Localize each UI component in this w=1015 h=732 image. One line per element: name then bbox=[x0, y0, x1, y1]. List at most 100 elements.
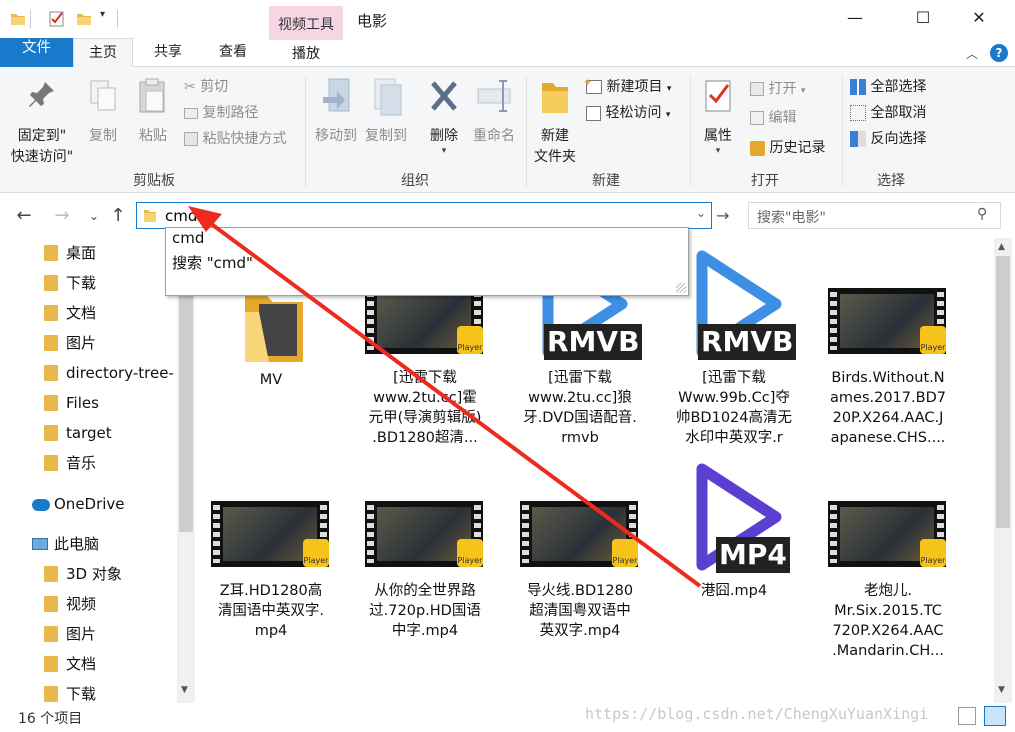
resize-grip-icon[interactable] bbox=[676, 283, 686, 293]
file-item[interactable]: Player Birds.Without.N ames.2017.BD7 20P.X2… bbox=[818, 288, 958, 468]
folder-icon bbox=[44, 275, 58, 291]
copy-to-button[interactable]: 复制到 bbox=[362, 77, 410, 147]
sidebar-item-label: 文档 bbox=[66, 655, 97, 673]
back-arrow-icon[interactable]: ← bbox=[12, 204, 36, 228]
content-scrollbar[interactable]: ▲ ▼ bbox=[994, 238, 1012, 703]
new-folder-button[interactable]: 新建 文件夹 bbox=[530, 77, 580, 168]
copy-button[interactable]: 复制 bbox=[84, 79, 122, 147]
file-item[interactable]: Player 导火线.BD1280 超清国粤双语中 英双字.mp4 bbox=[510, 501, 650, 681]
delete-dropdown-icon[interactable]: ▾ bbox=[422, 147, 466, 156]
open-dropdown-icon: ▾ bbox=[800, 86, 806, 96]
folder-icon bbox=[44, 365, 58, 381]
pin-quick-access-button[interactable]: 固定到" 快速访问" bbox=[6, 79, 78, 168]
minimize-button[interactable]: — bbox=[832, 0, 878, 36]
new-item-button[interactable]: ✦ 新建项目 ▾ bbox=[583, 76, 671, 98]
select-none-button[interactable]: 全部取消 bbox=[850, 102, 926, 124]
rename-icon bbox=[477, 80, 511, 112]
file-item[interactable]: Player 从你的全世界路 过.720p.HD国语 中字.mp4 bbox=[355, 501, 495, 681]
go-arrow-icon[interactable]: → bbox=[716, 206, 729, 225]
properties-dropdown-icon[interactable]: ▾ bbox=[696, 147, 740, 156]
properties-button[interactable]: 属性 ▾ bbox=[696, 77, 740, 156]
sidebar-scrollbar[interactable]: ▲ ▼ bbox=[177, 238, 195, 703]
search-input[interactable]: 搜索"电影" bbox=[757, 207, 826, 227]
invert-selection-button[interactable]: 反向选择 bbox=[850, 128, 926, 150]
tab-view[interactable]: 查看 bbox=[203, 38, 263, 67]
move-to-button[interactable]: 移动到 bbox=[312, 77, 360, 147]
paste-shortcut-label: 粘贴快捷方式 bbox=[202, 131, 287, 147]
tab-play[interactable]: 播放 bbox=[269, 38, 343, 67]
tab-file[interactable]: 文件 bbox=[0, 38, 73, 67]
recent-locations-chevron-icon[interactable]: ⌄ bbox=[82, 204, 106, 228]
autocomplete-item-cmd[interactable]: cmd bbox=[172, 229, 204, 247]
file-item[interactable]: RMVB [迅雷下载 www.2tu.cc]狼 牙.DVD国语配音. rmvb bbox=[510, 250, 650, 468]
close-button[interactable]: ✕ bbox=[956, 0, 1002, 36]
new-folder-icon[interactable] bbox=[76, 11, 92, 31]
file-list: MV Player [迅雷下载 www.2tu.cc]霍 元甲(导演剪辑版) .BD128… bbox=[197, 238, 993, 703]
file-name-line: 过.720p.HD国语 bbox=[369, 603, 481, 619]
tab-home[interactable]: 主页 bbox=[73, 38, 133, 67]
sidebar-item-label: 图片 bbox=[66, 334, 97, 352]
help-icon[interactable]: ? bbox=[990, 44, 1008, 62]
file-name-line: 英双字.mp4 bbox=[539, 623, 621, 639]
edit-icon bbox=[750, 111, 764, 125]
easy-access-button[interactable]: 轻松访问 ▾ bbox=[586, 102, 670, 124]
properties-icon[interactable] bbox=[48, 10, 66, 32]
forward-arrow-icon[interactable]: → bbox=[50, 204, 74, 228]
paste-shortcut-button[interactable]: 粘贴快捷方式 bbox=[184, 128, 286, 150]
scroll-up-icon[interactable]: ▲ bbox=[998, 242, 1005, 252]
computer-icon bbox=[32, 538, 48, 550]
sidebar-item-label: Files bbox=[66, 394, 99, 412]
address-input[interactable]: cmd bbox=[165, 207, 197, 225]
scroll-down-icon[interactable]: ▼ bbox=[181, 685, 188, 695]
file-name-line: Www.99b.Cc]夺 bbox=[678, 390, 790, 406]
up-arrow-icon[interactable]: ↑ bbox=[106, 204, 130, 228]
file-name-line: 元甲(导演剪辑版) bbox=[368, 410, 482, 426]
rename-button[interactable]: 重命名 bbox=[470, 77, 518, 147]
cut-button[interactable]: ✂ 剪切 bbox=[184, 76, 228, 98]
history-icon bbox=[750, 140, 765, 156]
folder-icon bbox=[44, 395, 58, 411]
autocomplete-item-search[interactable]: 搜索 "cmd" bbox=[172, 252, 253, 273]
file-name-line: [迅雷下载 bbox=[702, 370, 766, 386]
file-name-line: .BD1280超清... bbox=[372, 430, 478, 446]
search-box[interactable]: 搜索"电影" ⚲ bbox=[748, 202, 1001, 229]
quick-access-dropdown[interactable]: ▾ bbox=[100, 9, 105, 20]
file-name-line: Birds.Without.N bbox=[831, 370, 945, 386]
copy-path-button[interactable]: 复制路径 bbox=[184, 102, 258, 124]
collapse-ribbon-icon[interactable]: ︿ bbox=[966, 45, 978, 62]
delete-x-icon bbox=[431, 81, 457, 111]
scroll-down-icon[interactable]: ▼ bbox=[998, 685, 1005, 695]
sidebar-item-label: directory-tree- bbox=[66, 364, 174, 382]
format-badge: MP4 bbox=[716, 537, 790, 573]
address-dropdown-icon[interactable]: ⌄ bbox=[696, 206, 706, 220]
file-item[interactable]: MP4 港囧.mp4 bbox=[664, 463, 804, 681]
details-view-icon[interactable] bbox=[958, 707, 976, 725]
file-item[interactable]: MV bbox=[201, 288, 341, 468]
item-count: 16 个项目 bbox=[18, 711, 83, 727]
file-name-line: www.2tu.cc]狼 bbox=[528, 390, 632, 406]
edit-button[interactable]: 编辑 bbox=[750, 107, 796, 129]
file-item[interactable]: RMVB [迅雷下载 Www.99b.Cc]夺 帅BD1024高清无 水印中英双字.r bbox=[664, 250, 804, 468]
file-item[interactable]: Player 老炮儿. Mr.Six.2015.TC 720P.X264.AAC .Ma… bbox=[818, 501, 958, 681]
address-bar[interactable]: cmd ⌄ bbox=[136, 202, 712, 229]
history-button[interactable]: 历史记录 bbox=[750, 137, 825, 159]
sidebar-item-label: 图片 bbox=[66, 625, 97, 643]
file-item[interactable]: Player Z耳.HD1280高 清国语中英双字. mp4 bbox=[201, 501, 341, 681]
file-item[interactable]: Player [迅雷下载 www.2tu.cc]霍 元甲(导演剪辑版) .BD1280超… bbox=[355, 288, 495, 468]
folder-icon[interactable] bbox=[10, 11, 26, 31]
paste-button[interactable]: 粘贴 bbox=[134, 77, 172, 147]
delete-button[interactable]: 删除 ▾ bbox=[422, 79, 466, 156]
player-badge-icon: Player bbox=[457, 326, 483, 354]
tab-share[interactable]: 共享 bbox=[138, 38, 198, 67]
folder-icon bbox=[44, 566, 58, 582]
copy-to-icon bbox=[374, 78, 402, 116]
select-all-button[interactable]: 全部选择 bbox=[850, 76, 926, 98]
search-icon[interactable]: ⚲ bbox=[977, 206, 987, 222]
file-name-line: 帅BD1024高清无 bbox=[675, 410, 792, 426]
open-button[interactable]: 打开 ▾ bbox=[750, 78, 805, 100]
sidebar-item-label: OneDrive bbox=[54, 495, 125, 513]
content-scroll-thumb[interactable] bbox=[996, 256, 1010, 528]
maximize-button[interactable]: ☐ bbox=[900, 0, 946, 36]
edit-label: 编辑 bbox=[768, 110, 797, 126]
large-icons-view-icon[interactable] bbox=[984, 706, 1006, 726]
